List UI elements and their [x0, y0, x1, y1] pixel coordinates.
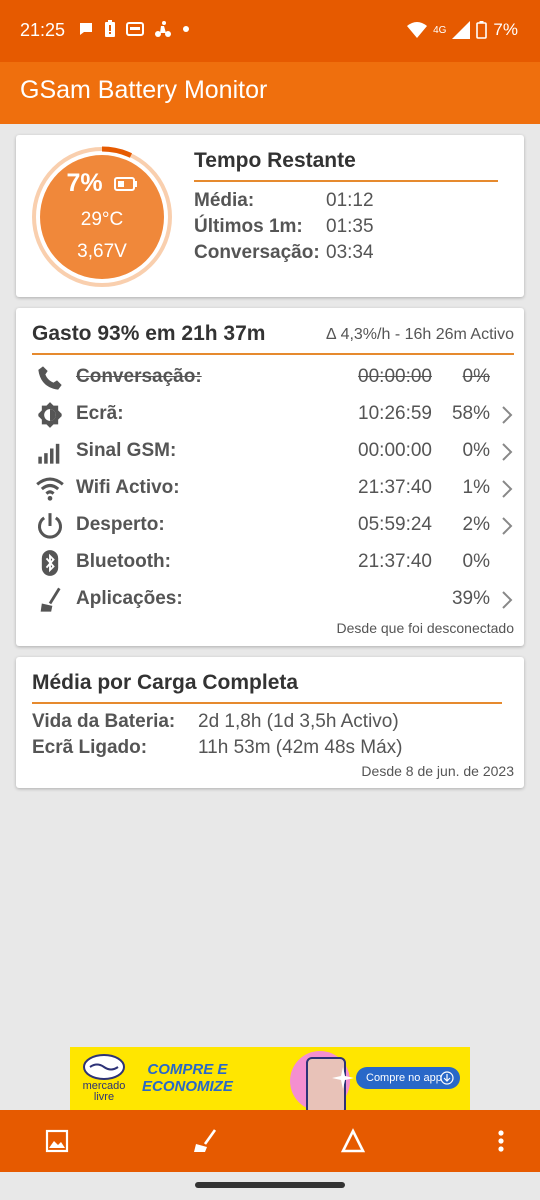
- usage-percent: 1%: [462, 477, 490, 498]
- bluetooth-icon: [41, 550, 59, 576]
- usage-footnote: Desde que foi desconectado: [336, 620, 514, 636]
- screen-brightness-icon: [38, 402, 62, 428]
- battery-life-value: 2d 1,8h (1d 3,5h Activo): [198, 711, 399, 732]
- usage-label: Wifi Activo:: [76, 477, 180, 498]
- system-icons: 4G 7%: [407, 20, 518, 40]
- usage-row-awake[interactable]: Desperto: 05:59:24 2%: [16, 508, 524, 544]
- usage-row-wifi[interactable]: Wifi Activo: 21:37:40 1%: [16, 471, 524, 507]
- usage-percent: 2%: [462, 514, 490, 535]
- battery-alert-icon: [105, 20, 115, 37]
- battery-status-icon: [476, 21, 488, 39]
- battery-small-icon: [113, 177, 137, 192]
- sparkle-icon: [332, 1067, 354, 1089]
- dot-icon: [183, 26, 189, 32]
- usage-percent: 39%: [451, 588, 490, 609]
- battery-percent-label: 7%: [493, 20, 518, 39]
- delivery-icon: [155, 21, 171, 37]
- average-divider: [32, 702, 502, 704]
- image-icon[interactable]: [42, 1126, 72, 1156]
- screen-on-value: 11h 53m (42m 48s Máx): [198, 737, 403, 758]
- temperature-value: 29°C: [80, 209, 124, 230]
- battery-life-label: Vida da Bateria:: [32, 711, 176, 732]
- usage-row-gsm-signal[interactable]: Sinal GSM: 00:00:00 0%: [16, 434, 524, 470]
- usage-percent: 0%: [462, 551, 490, 572]
- talk-time-label: Conversação:: [194, 242, 320, 263]
- usage-time: 05:59:24: [358, 514, 432, 535]
- usage-time: 00:00:00: [358, 366, 432, 387]
- average-title: Média por Carga Completa: [32, 671, 299, 694]
- broom-icon: [40, 587, 61, 612]
- talk-time-value: 03:34: [326, 242, 374, 263]
- network-type-label: 4G: [433, 24, 447, 36]
- ad-headline: COMPRE E ECONOMIZE: [142, 1061, 233, 1095]
- last-minute-label: Últimos 1m:: [194, 216, 303, 237]
- average-footnote: Desde 8 de jun. de 2023: [361, 763, 514, 779]
- usage-percent: 0%: [462, 440, 490, 461]
- usage-percent: 0%: [462, 366, 490, 387]
- card-icon: [126, 22, 144, 36]
- app-bar: GSam Battery Monitor: [0, 62, 540, 124]
- chevron-right-icon[interactable]: [500, 479, 514, 499]
- ad-cta-button[interactable]: Compre no app: [356, 1067, 460, 1089]
- usage-row-conversation: Conversação: 00:00:00 0%: [16, 360, 524, 396]
- average-card: Média por Carga Completa Vida da Bateria…: [16, 657, 524, 788]
- ad-banner[interactable]: mercado livre COMPRE E ECONOMIZE Compre …: [70, 1047, 470, 1110]
- summary-card[interactable]: 7% 29°C 3,67V Tempo Restante Média: 01:1…: [16, 135, 524, 297]
- usage-time: 21:37:40: [358, 551, 432, 572]
- voltage-value: 3,67V: [77, 241, 127, 262]
- battery-ring: 7% 29°C 3,67V: [30, 145, 174, 289]
- usage-label: Conversação:: [76, 366, 202, 387]
- usage-time: 21:37:40: [358, 477, 432, 498]
- chat-bubble-icon: [80, 23, 92, 35]
- app-title: GSam Battery Monitor: [20, 76, 268, 104]
- power-icon: [37, 513, 63, 539]
- chevron-right-icon[interactable]: [500, 590, 514, 610]
- time-remaining-title: Tempo Restante: [194, 149, 356, 172]
- usage-card: Gasto 93% em 21h 37m ∆ 4,3%/h - 16h 26m …: [16, 308, 524, 646]
- broom-icon[interactable]: [190, 1126, 220, 1156]
- bottom-toolbar: [0, 1110, 540, 1172]
- average-value: 01:12: [326, 190, 374, 211]
- download-icon: [440, 1071, 454, 1085]
- system-nav-bar: [0, 1172, 540, 1200]
- wifi-icon: [36, 477, 64, 501]
- usage-row-screen[interactable]: Ecrã: 10:26:59 58%: [16, 397, 524, 433]
- usage-label: Bluetooth:: [76, 551, 171, 572]
- more-vert-icon[interactable]: [486, 1126, 516, 1156]
- phone-icon: [38, 366, 62, 390]
- usage-title: Gasto 93% em 21h 37m: [32, 322, 266, 345]
- screen-on-label: Ecrã Ligado:: [32, 737, 148, 758]
- delta-icon[interactable]: [338, 1126, 368, 1156]
- usage-percent: 58%: [451, 403, 490, 424]
- usage-label: Ecrã:: [76, 403, 124, 424]
- home-gesture-handle[interactable]: [195, 1182, 345, 1188]
- usage-row-apps[interactable]: Aplicações: 39%: [16, 582, 524, 618]
- chevron-right-icon[interactable]: [500, 405, 514, 425]
- usage-label: Sinal GSM:: [76, 440, 177, 461]
- cell-signal-icon: [452, 21, 471, 39]
- usage-time: 10:26:59: [358, 403, 432, 424]
- notification-icons: [78, 20, 190, 38]
- title-divider: [194, 180, 498, 182]
- ad-brand-name: mercado livre: [82, 1080, 126, 1103]
- battery-percent-display: 7%: [30, 169, 174, 198]
- chevron-right-icon[interactable]: [500, 442, 514, 462]
- chevron-right-icon[interactable]: [500, 516, 514, 536]
- usage-divider: [32, 353, 514, 355]
- usage-rate: ∆ 4,3%/h - 16h 26m Activo: [326, 326, 514, 343]
- average-label: Média:: [194, 190, 255, 211]
- usage-label: Aplicações:: [76, 588, 183, 609]
- usage-label: Desperto:: [76, 514, 165, 535]
- last-minute-value: 01:35: [326, 216, 374, 237]
- usage-time: 00:00:00: [358, 440, 432, 461]
- status-time: 21:25: [20, 20, 66, 40]
- wifi-status-icon: [407, 22, 428, 38]
- signal-bars-icon: [38, 443, 60, 464]
- usage-row-bluetooth: Bluetooth: 21:37:40 0%: [16, 545, 524, 581]
- ad-cta-label: Compre no app: [366, 1072, 442, 1084]
- status-bar: 21:25 4G 7%: [0, 0, 540, 62]
